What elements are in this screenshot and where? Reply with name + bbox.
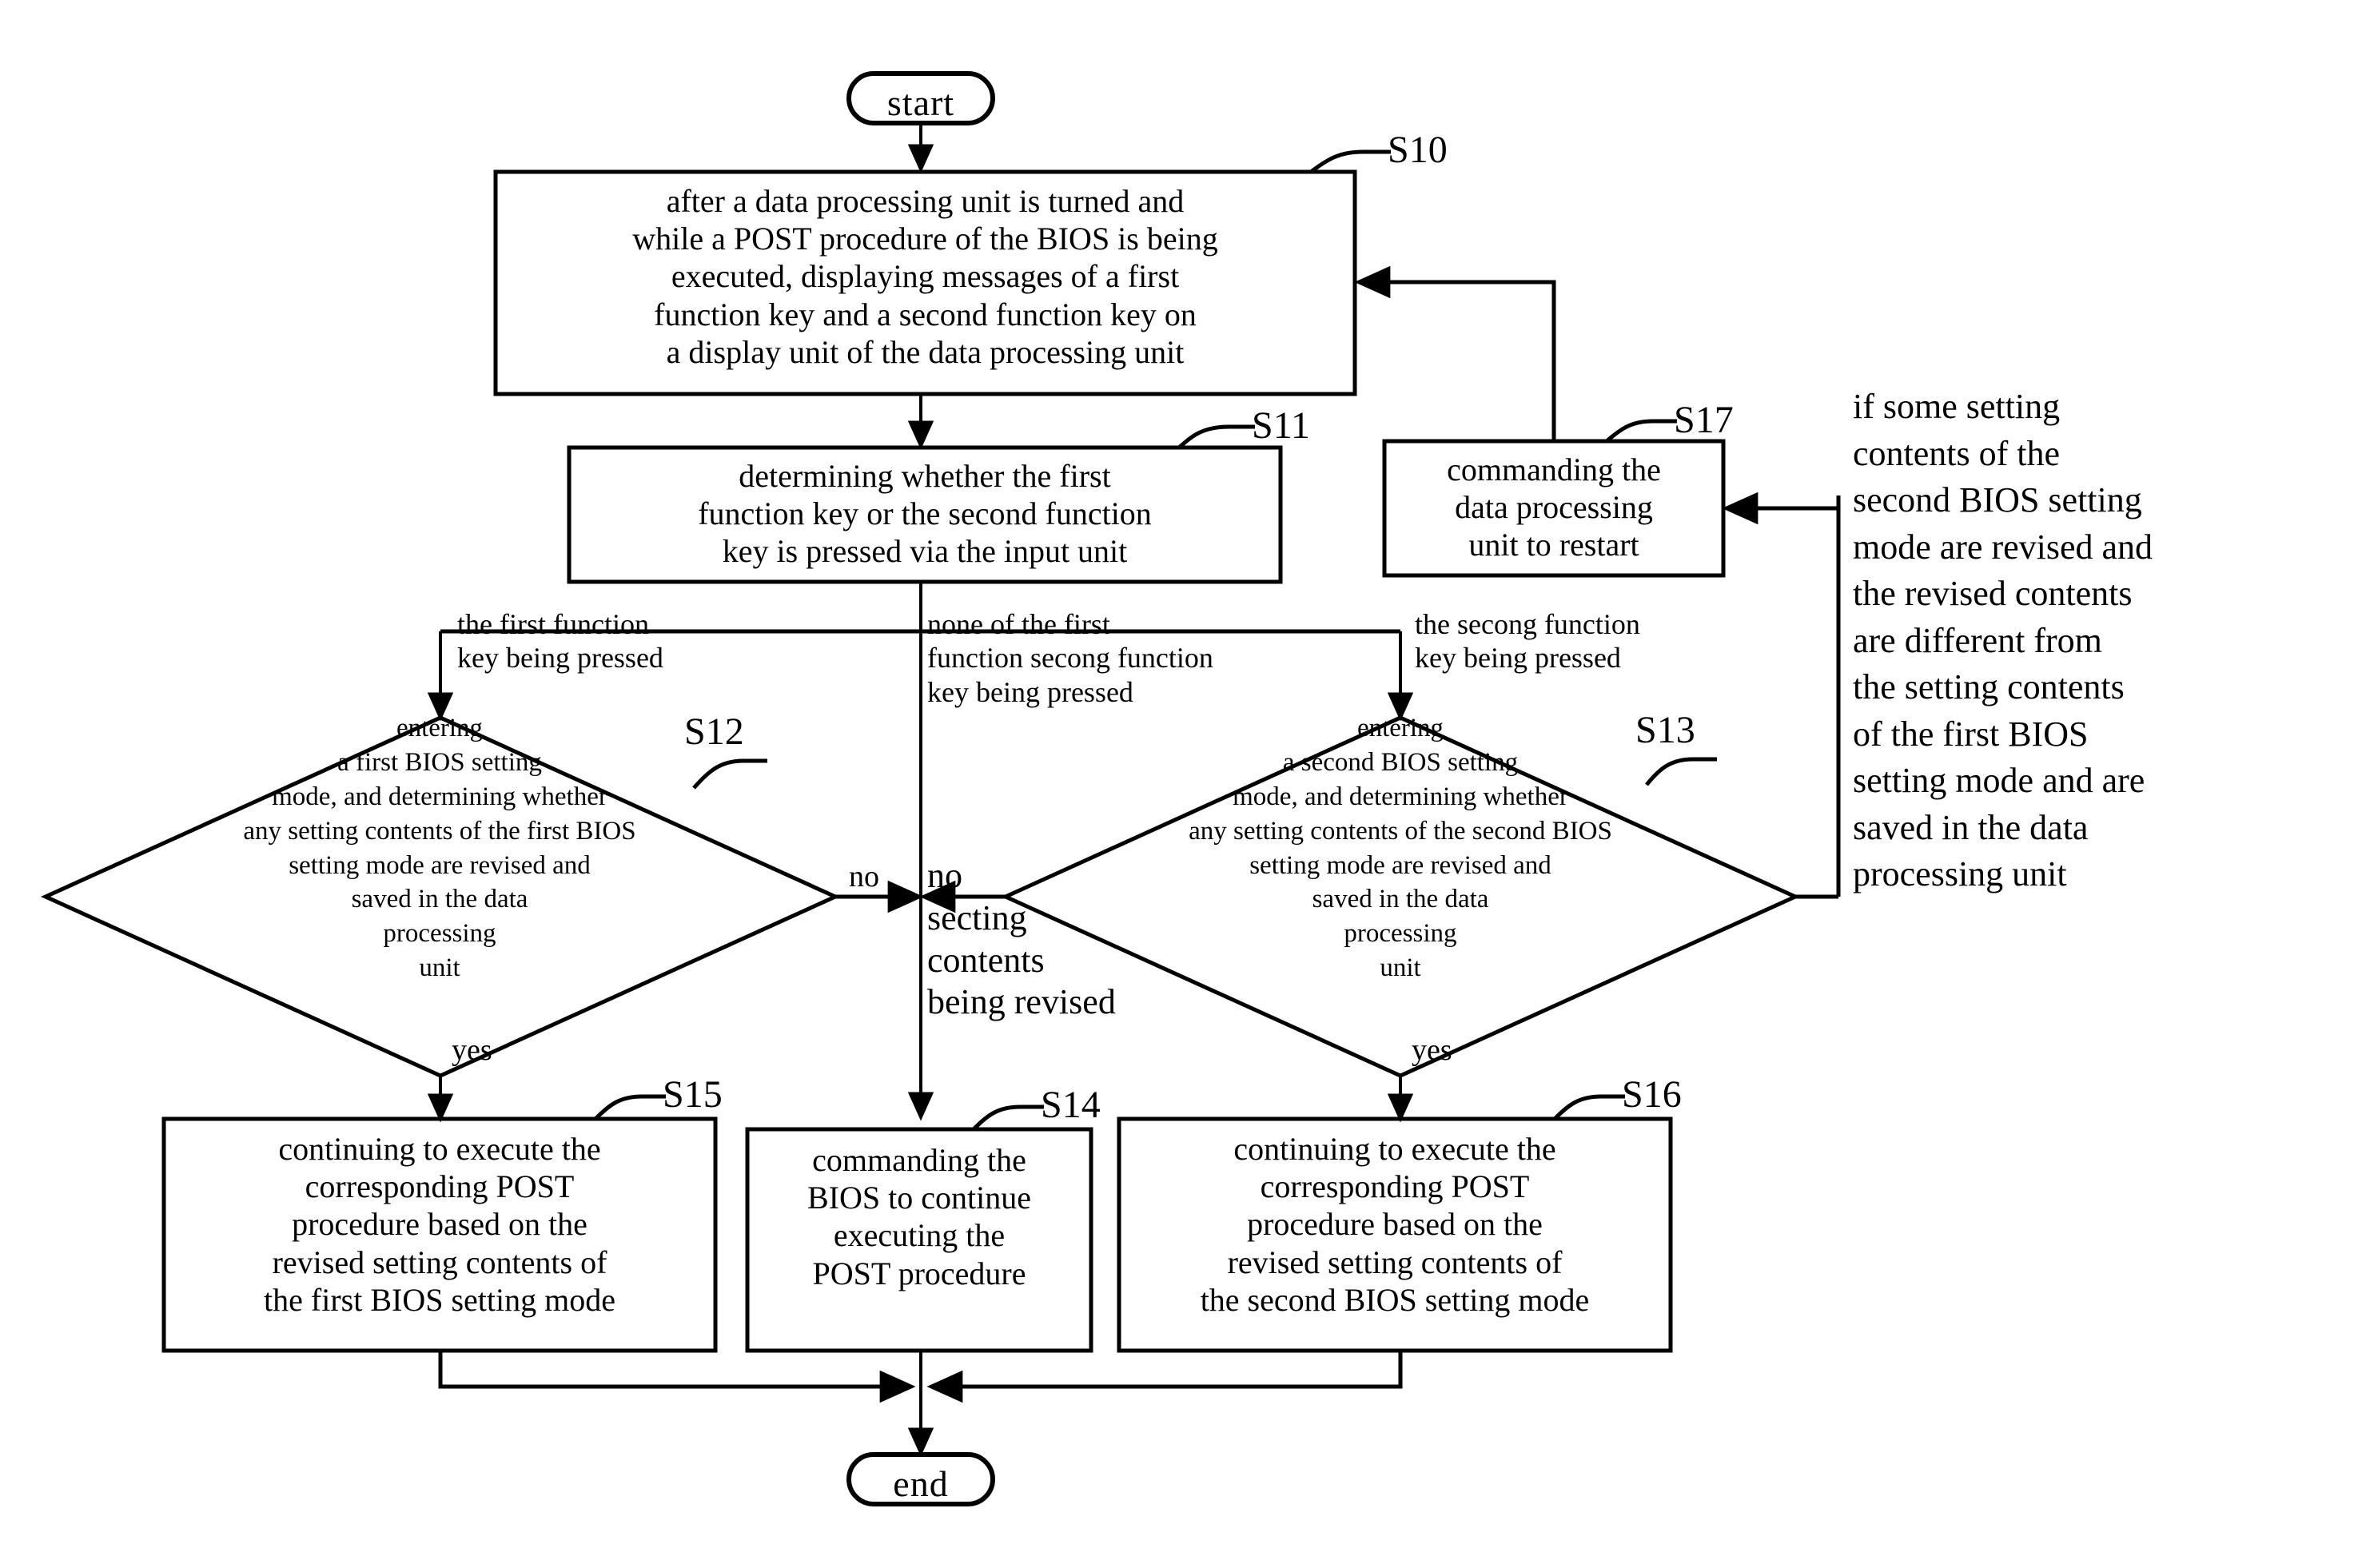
s15-tag-leader [594, 1094, 666, 1120]
s10-tag-leader [1309, 149, 1391, 174]
s11-step-tag: S11 [1252, 404, 1310, 447]
edge-label-second-key-pressed: the secong function key being pressed [1415, 608, 1640, 675]
s11-tag-leader [1177, 424, 1255, 449]
s16-tag-leader [1553, 1094, 1625, 1120]
end-terminal-label: end [893, 1463, 949, 1504]
edge-label-yes-left: yes [452, 1033, 492, 1067]
s15-to-merge-path [438, 1351, 916, 1403]
s10-box-label: after a data processing unit is turned a… [632, 183, 1218, 370]
s13-step-tag: S13 [1635, 709, 1695, 751]
edge-label-no-left: no [849, 860, 879, 893]
s15-box-label: continuing to execute the corresponding … [264, 1131, 615, 1318]
s15-step-tag: S15 [663, 1073, 723, 1116]
s17-to-s10-path [1354, 265, 1556, 441]
s10-step-tag: S10 [1388, 129, 1448, 171]
s14-box-label: commanding the BIOS to continue executin… [807, 1142, 1031, 1291]
flowchart-canvas: start after a data processing unit is tu… [0, 0, 2354, 1568]
s16-step-tag: S16 [1622, 1073, 1682, 1116]
edge-label-no-center: no secting contents being revised [927, 856, 1116, 1022]
s17-box-label: commanding the data processing unit to r… [1447, 452, 1661, 563]
s14-step-tag: S14 [1041, 1084, 1101, 1126]
edge-label-none-pressed: none of the first function secong functi… [927, 608, 1213, 708]
s17-tag-leader [1605, 419, 1677, 443]
s12-step-tag: S12 [684, 710, 744, 753]
annotation-to-s17-path [1722, 491, 1841, 527]
s16-to-merge-path [926, 1351, 1403, 1403]
s16-box-label: continuing to execute the corresponding … [1200, 1131, 1590, 1318]
right-annotation-note: if some setting contents of the second B… [1853, 387, 2153, 894]
s17-step-tag: S17 [1674, 399, 1734, 441]
edge-label-first-key-pressed: the first function key being pressed [457, 608, 663, 675]
start-terminal-label: start [886, 82, 955, 123]
s11-box-label: determining whether the first function k… [698, 458, 1152, 570]
s14-tag-leader [972, 1104, 1044, 1131]
edge-label-yes-right: yes [1412, 1033, 1452, 1067]
